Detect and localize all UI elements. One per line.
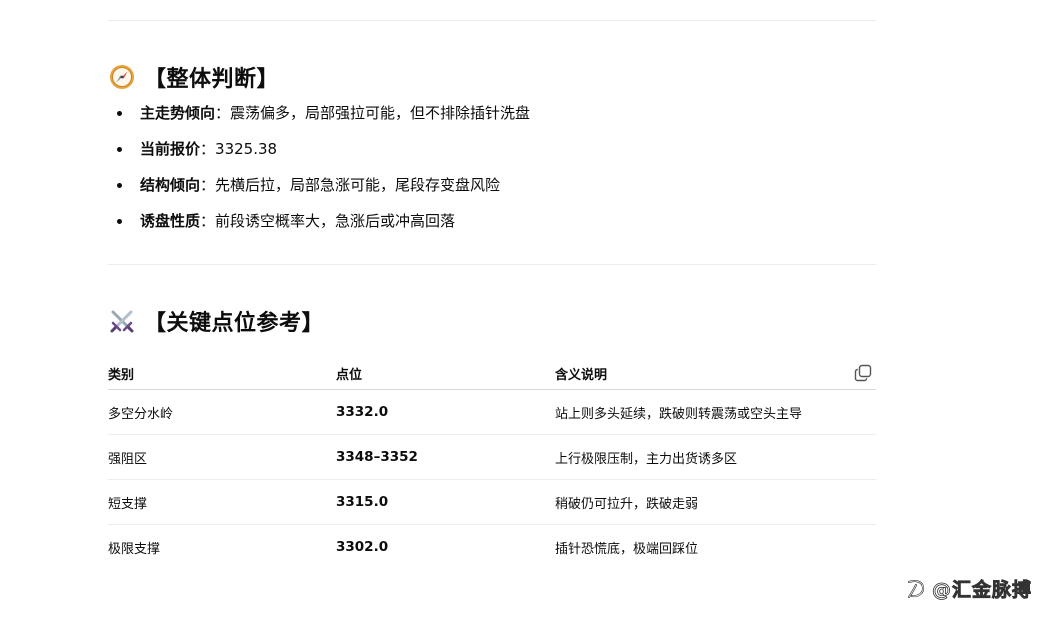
item-value: 先横后拉，局部急涨可能，尾段存变盘风险 — [215, 176, 501, 194]
watermark-text: @汇金脉搏 — [932, 579, 1033, 602]
copy-icon[interactable] — [854, 364, 872, 382]
list-item: 诱盘性质：前段诱空概率大，急涨后或冲高回落 — [108, 211, 876, 231]
section-heading: 【关键点位参考】 — [108, 305, 876, 337]
bullet-dot — [117, 147, 122, 152]
list-item: 结构倾向：先横后拉，局部急涨可能，尾段存变盘风险 — [108, 175, 876, 195]
item-value: 震荡偏多，局部强拉可能，但不排除插针洗盘 — [230, 104, 531, 122]
watermark: @汇金脉搏 — [906, 575, 1032, 602]
level-cell: 3302.0 — [336, 539, 389, 555]
item-key: 主走势倾向 — [140, 104, 216, 122]
level-cell: 3332.0 — [336, 389, 555, 435]
column-header: 类别 — [108, 357, 336, 390]
table-row: 短支撑 3315.0 稍破仍可拉升，跌破走弱 — [108, 479, 876, 525]
levels-table: 类别 点位 含义说明 多空分水岭 3332.0 站上则多头延续，跌破则转震荡或空… — [108, 357, 876, 569]
level-cell: 3315.0 — [336, 479, 555, 525]
level-cell: 3348–3352 — [336, 434, 555, 480]
levels-section: 【关键点位参考】 类别 点位 含义说明 多空分水岭 3332.0 站上则多头延续… — [108, 305, 876, 569]
column-header: 含义说明 — [555, 367, 608, 383]
category-cell: 强阻区 — [108, 434, 336, 480]
category-cell: 极限支撑 — [108, 541, 161, 557]
item-key: 诱盘性质 — [140, 212, 201, 230]
article-content: 【整体判断】 主走势倾向：震荡偏多，局部强拉可能，但不排除插针洗盘 当前报价：3… — [108, 0, 876, 569]
item-sep: ： — [215, 104, 231, 122]
section-title: 【关键点位参考】 — [144, 311, 325, 336]
item-key: 结构倾向 — [140, 176, 201, 194]
item-sep: ： — [200, 212, 216, 230]
column-header-cell: 含义说明 — [555, 357, 876, 390]
list-item: 当前报价：3325.38 — [108, 139, 876, 159]
table-row: 强阻区 3348–3352 上行极限压制，主力出货诱多区 — [108, 434, 876, 480]
crossed-swords-icon — [108, 307, 136, 335]
bullet-dot — [117, 219, 122, 224]
divider — [108, 264, 876, 265]
meaning-cell: 上行极限压制，主力出货诱多区 — [555, 434, 876, 480]
meaning-cell: 稍破仍可拉升，跌破走弱 — [555, 479, 876, 525]
section-heading: 【整体判断】 — [108, 61, 876, 93]
page: 【整体判断】 主走势倾向：震荡偏多，局部强拉可能，但不排除插针洗盘 当前报价：3… — [0, 0, 1056, 628]
item-value: 前段诱空概率大，急涨后或冲高回落 — [215, 212, 456, 230]
column-header: 点位 — [336, 357, 555, 390]
bullet-dot — [117, 111, 122, 116]
item-sep: ： — [200, 176, 216, 194]
category-cell: 短支撑 — [108, 479, 336, 525]
table-header-row: 类别 点位 含义说明 — [108, 357, 876, 390]
category-cell: 多空分水岭 — [108, 389, 336, 435]
zhihu-logo-icon — [906, 578, 926, 600]
compass-icon — [108, 63, 136, 91]
meaning-cell: 插针恐慌底，极端回踩位 — [555, 541, 699, 557]
bullet-dot — [117, 183, 122, 188]
item-sep: ： — [200, 140, 216, 158]
overall-list: 主走势倾向：震荡偏多，局部强拉可能，但不排除插针洗盘 当前报价：3325.38 … — [108, 103, 876, 231]
table-row: 多空分水岭 3332.0 站上则多头延续，跌破则转震荡或空头主导 — [108, 389, 876, 435]
table-row: 极限支撑 3302.0 插针恐慌底，极端回踩位 — [108, 525, 876, 570]
meaning-cell: 站上则多头延续，跌破则转震荡或空头主导 — [555, 389, 876, 435]
divider — [108, 20, 876, 21]
item-key: 当前报价 — [140, 140, 201, 158]
section-title: 【整体判断】 — [144, 67, 280, 92]
item-value: 3325.38 — [215, 140, 278, 158]
overall-section: 【整体判断】 主走势倾向：震荡偏多，局部强拉可能，但不排除插针洗盘 当前报价：3… — [108, 61, 876, 231]
list-item: 主走势倾向：震荡偏多，局部强拉可能，但不排除插针洗盘 — [108, 103, 876, 123]
